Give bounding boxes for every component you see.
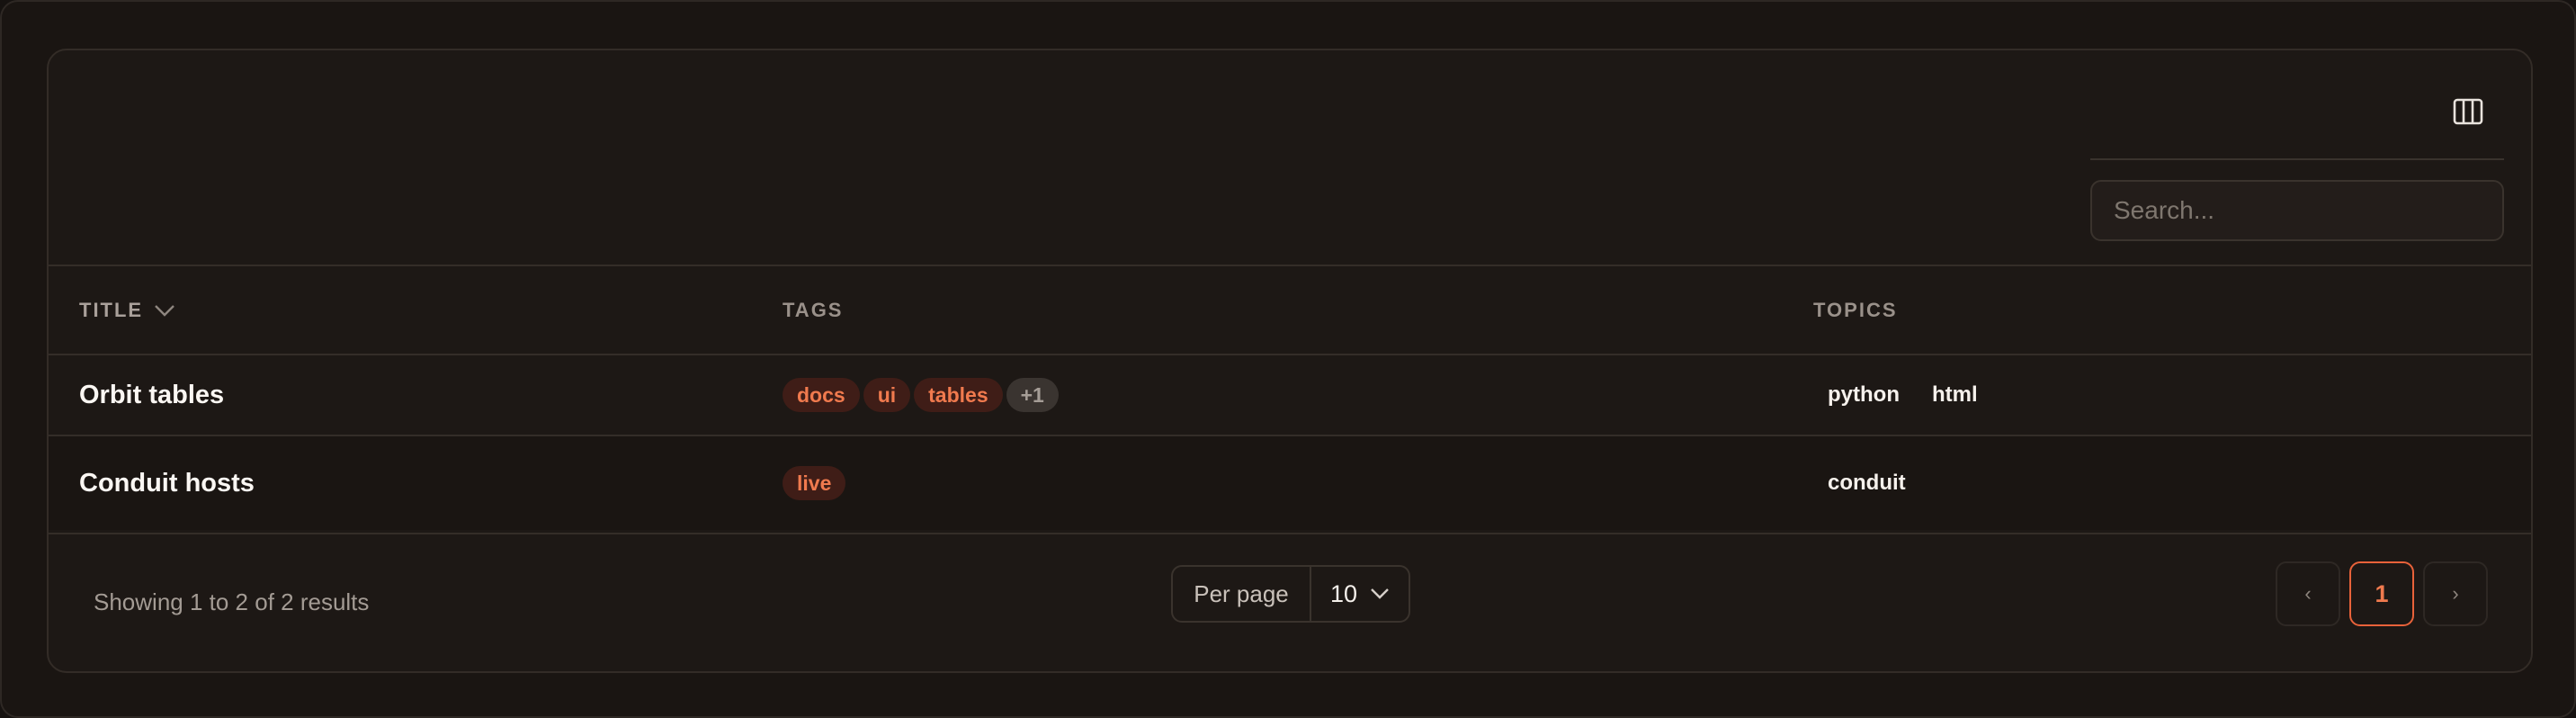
columns-icon — [2453, 98, 2483, 125]
search-input[interactable] — [2090, 180, 2504, 241]
column-header-title[interactable]: TITLE — [79, 266, 175, 355]
previous-page-button[interactable]: ‹ — [2276, 561, 2340, 626]
chevron-down-icon[interactable] — [154, 304, 175, 317]
chevron-down-icon — [1371, 588, 1389, 599]
table-footer: Showing 1 to 2 of 2 results Per page 10 … — [49, 534, 2531, 671]
column-title-label: TITLE — [79, 299, 144, 321]
table-header: TITLE TAGS TOPICS — [49, 266, 2531, 355]
topic-chip: html — [1931, 382, 1978, 407]
row-tags: live — [783, 436, 849, 530]
next-page-button[interactable]: › — [2423, 561, 2488, 626]
tag-badge: docs — [783, 378, 860, 412]
row-title: Orbit tables — [79, 380, 225, 409]
column-header-tags: TAGS — [783, 266, 843, 355]
results-summary: Showing 1 to 2 of 2 results — [94, 588, 370, 615]
tag-badge: tables — [914, 378, 1003, 412]
column-header-topics: TOPICS — [1813, 266, 1898, 355]
table-card: TITLE TAGS TOPICS Orbit tables docs — [47, 49, 2533, 673]
more-tags-badge[interactable]: +1 — [1006, 378, 1059, 412]
tag-badge: live — [783, 466, 846, 500]
topic-chip: python — [1828, 382, 1900, 407]
columns-toggle-button[interactable] — [2441, 85, 2495, 139]
column-topics-label: TOPICS — [1813, 299, 1898, 321]
per-page-label: Per page — [1173, 567, 1311, 621]
table-row[interactable]: Orbit tables docs ui tables +1 python ht… — [49, 355, 2531, 435]
search-divider — [2090, 158, 2504, 160]
column-tags-label: TAGS — [783, 299, 844, 321]
row-topics: conduit — [1813, 436, 1924, 530]
row-title: Conduit hosts — [79, 468, 255, 498]
per-page-control: Per page 10 — [1171, 565, 1410, 623]
table-row[interactable]: Conduit hosts live conduit — [49, 436, 2531, 530]
tag-badge: ui — [863, 378, 911, 412]
row-tags: docs ui tables +1 — [783, 355, 1062, 435]
topic-chip: conduit — [1828, 471, 1906, 495]
per-page-value: 10 — [1329, 579, 1358, 607]
page-button-current[interactable]: 1 — [2349, 561, 2414, 626]
app-frame: TITLE TAGS TOPICS Orbit tables docs — [0, 0, 2576, 718]
table-toolbar — [49, 50, 2531, 266]
per-page-select[interactable]: 10 — [1311, 567, 1409, 621]
row-topics: python html — [1813, 355, 1996, 435]
